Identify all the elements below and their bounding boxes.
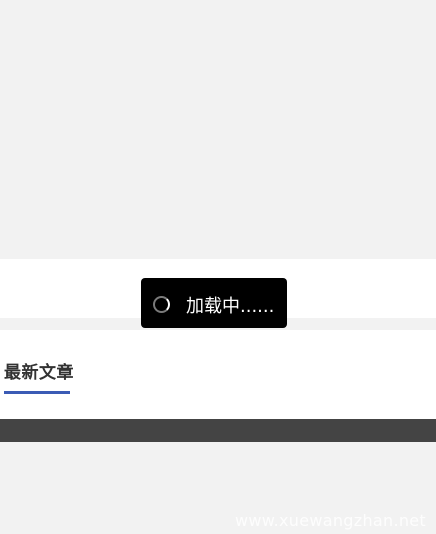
dark-divider-bar [0, 419, 436, 442]
content-placeholder [0, 0, 436, 259]
title-underline [4, 391, 70, 394]
spinner-icon [153, 296, 170, 313]
watermark: www.xuewangzhan.net [234, 511, 426, 530]
bottom-area: www.xuewangzhan.net [0, 442, 436, 534]
latest-articles-title[interactable]: 最新文章 [4, 358, 74, 383]
latest-articles-section: 最新文章 [0, 330, 436, 419]
loading-toast: 加载中...... [141, 278, 287, 328]
loading-text: 加载中...... [186, 296, 275, 317]
page: 最新文章 www.xuewangzhan.net 加载中...... [0, 0, 436, 534]
